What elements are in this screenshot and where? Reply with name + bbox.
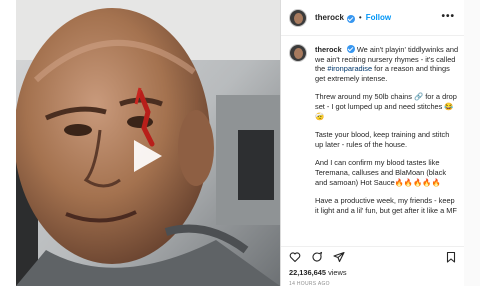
views-count[interactable]: 22,136,645 views [289, 268, 347, 277]
caption-para-3: Taste your blood, keep training and stit… [315, 130, 450, 149]
instagram-post: therock • Follow ••• therock We ain't pl… [0, 0, 480, 287]
caption-para-2: Threw around my 50lb chains 🔗 for a drop… [315, 92, 457, 121]
page-margin [464, 0, 480, 286]
separator-dot: • [358, 13, 362, 22]
play-icon[interactable] [134, 140, 162, 172]
like-heart-icon[interactable] [289, 251, 301, 263]
caption-username[interactable]: therock [315, 45, 342, 54]
caption-para-5: Have a productive week, my friends - kee… [315, 196, 457, 215]
caption-text: therock We ain't playin' tiddlywinks and… [315, 44, 459, 224]
post-header: therock • Follow ••• [281, 0, 465, 36]
caption-para-4: And I can confirm my blood tastes like T… [315, 158, 447, 187]
caption-verified-icon [346, 45, 355, 53]
follow-button[interactable]: Follow [366, 13, 391, 22]
avatar[interactable] [289, 8, 307, 27]
more-options-icon[interactable]: ••• [441, 11, 455, 22]
caption: therock We ain't playin' tiddlywinks and… [281, 44, 465, 242]
post-sidebar: therock • Follow ••• therock We ain't pl… [280, 0, 465, 287]
action-bar [281, 246, 465, 266]
caption-avatar[interactable] [289, 44, 307, 62]
comment-icon[interactable] [311, 251, 323, 263]
hashtag-link[interactable]: #ironparadise [327, 64, 372, 73]
bookmark-icon[interactable] [445, 251, 457, 263]
post-video[interactable] [16, 0, 280, 286]
post-timestamp[interactable]: 14 HOURS AGO [289, 281, 330, 287]
verified-badge-icon [346, 14, 355, 23]
share-icon[interactable] [333, 251, 345, 263]
username-link[interactable]: therock [315, 13, 344, 22]
